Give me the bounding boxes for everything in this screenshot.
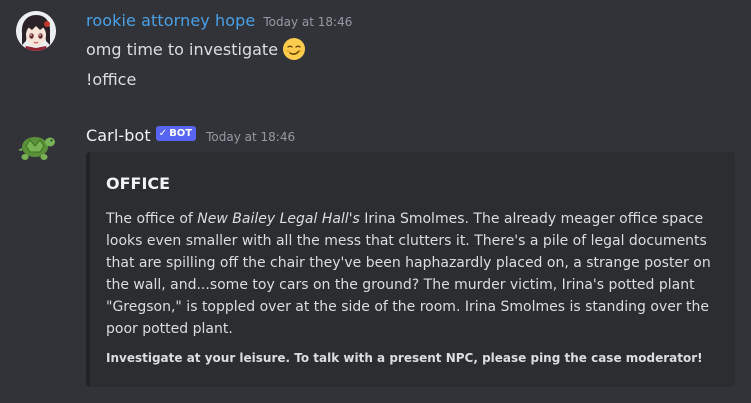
- embed-description-italic: New Bailey Legal Hall's: [197, 211, 360, 227]
- embed-description-text: The office of: [106, 211, 198, 227]
- embed-title: OFFICE: [106, 174, 171, 193]
- anime-girl-avatar-icon: [16, 11, 56, 51]
- embed-footer: Investigate at your leisure. To talk wit…: [106, 351, 703, 365]
- timestamp[interactable]: Today at 18:46: [263, 15, 352, 29]
- embed-description-text: Irina Smolmes. The already meager office…: [106, 211, 711, 337]
- username[interactable]: Carl-bot: [86, 126, 151, 145]
- turtle-icon: [18, 137, 55, 160]
- username[interactable]: rookie attorney hope: [86, 11, 255, 30]
- embed: OFFICE The office of New Bailey Legal Ha…: [86, 152, 735, 387]
- bot-avatar[interactable]: [16, 126, 56, 166]
- bot-badge: ✓ BOT: [155, 126, 197, 141]
- message-text: omg time to investigate: [86, 39, 279, 59]
- timestamp[interactable]: Today at 18:46: [206, 130, 295, 144]
- embed-description: The office of New Bailey Legal Hall's Ir…: [106, 208, 728, 340]
- checkmark-icon: ✓: [158, 128, 168, 139]
- message-text: !office: [86, 70, 137, 89]
- smirk-face-emoji-icon[interactable]: [282, 37, 306, 61]
- bot-badge-label: BOT: [169, 128, 193, 139]
- user-avatar[interactable]: [16, 11, 56, 51]
